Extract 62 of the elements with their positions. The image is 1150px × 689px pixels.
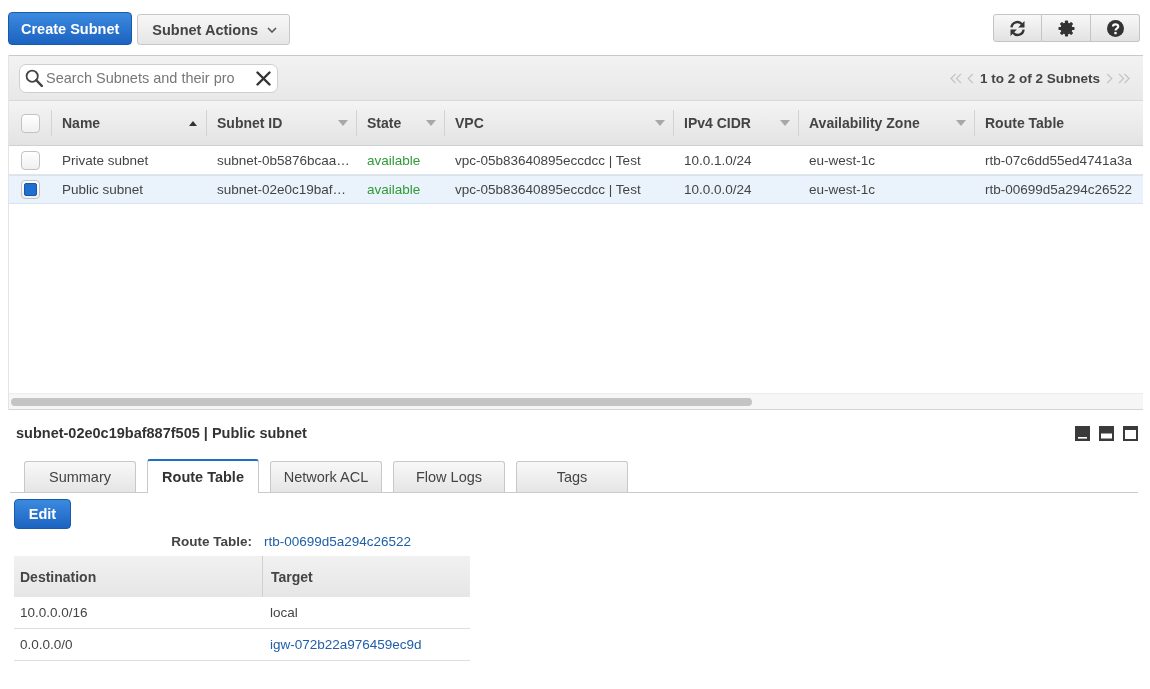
table-cell-text: subnet-02e0c19baf… [216,181,348,199]
tab[interactable]: Summary [24,461,136,492]
row-checkbox[interactable] [20,150,40,170]
column-header: Target [262,556,470,597]
table-cell-text: Public subnet [61,181,145,199]
table-cell-text: eu-west-1c [808,151,877,170]
tab[interactable]: Route Table [147,459,259,493]
tab[interactable]: Tags [516,461,628,492]
table-cell-text: Private subnet [61,151,150,170]
search-icon [25,69,43,87]
table-cell-text: available [366,151,422,170]
table-cell-text: 10.0.1.0/24 [683,151,753,170]
help-button[interactable] [1091,14,1140,42]
layout-bottom-icon[interactable] [1075,425,1090,441]
column-header[interactable]: Name [51,101,206,145]
route-table-link[interactable]: rtb-00699d5a294c26522 [264,533,412,549]
tab[interactable]: Network ACL [270,461,382,492]
table-cell-text: 10.0.0.0/24 [683,181,753,199]
clear-icon[interactable] [256,70,271,86]
help-icon [1106,19,1124,37]
refresh-button[interactable] [993,14,1042,42]
sort-caret-icon [426,120,436,126]
detail-title: subnet-02e0c19baf887f505 | Public subnet [16,425,307,441]
settings-button[interactable] [1042,14,1091,42]
settings-icon [1057,19,1075,37]
caret-icon [267,26,278,33]
scrollbar-thumb[interactable] [11,397,752,406]
edit-button[interactable]: Edit [14,499,71,529]
layout-top-icon[interactable] [1123,425,1138,441]
tab[interactable]: Flow Logs [393,461,505,492]
column-header: Destination [19,567,98,587]
search-field[interactable]: Search Subnets and their pro [19,63,278,93]
table-cell-text: available [366,181,422,199]
table-cell-text: subnet-0b5876bcaa… [216,151,351,170]
table-cell-text: rtb-00699d5a294c26522 [984,181,1134,199]
layout-middle-icon[interactable] [1099,425,1114,441]
route-table-label: Route Table: [170,533,252,549]
table-cell-text: vpc-05b83640895eccdcc | Test [454,181,642,199]
column-header[interactable]: Route Table [974,101,1143,145]
table-cell-text: rtb-07c6dd55ed4741a3a [984,151,1134,170]
table-cell-text: vpc-05b83640895eccdcc | Test [454,151,642,170]
table-cell-text: eu-west-1c [808,181,877,199]
column-header[interactable]: Subnet ID [206,101,356,145]
sort-caret-icon [956,120,966,126]
create-subnet-button[interactable]: Create Subnet [8,12,133,45]
column-header[interactable]: State [356,101,444,145]
column-header[interactable]: IPv4 CIDR [673,101,798,145]
pagination-label: 1 to 2 of 2 Subnets [979,70,1100,86]
sort-caret-icon [655,120,665,126]
row-checkbox[interactable] [20,180,40,199]
column-header[interactable]: Availability Zone [798,101,974,145]
sort-caret-icon [338,120,348,126]
refresh-icon [1009,19,1026,37]
select-all-checkbox[interactable] [20,113,40,133]
gateway-link[interactable]: igw-072b22a976459ec9d [270,637,422,652]
column-header[interactable]: VPC [444,101,673,145]
sort-caret-icon [780,120,790,126]
subnet-actions-button[interactable]: Subnet Actions [137,14,291,45]
sort-ascending-icon [188,120,198,126]
table-cell-text: 10.0.0.0/16 [19,604,89,622]
table-cell-text: local [269,604,299,622]
table-cell-text: 0.0.0.0/0 [19,636,74,654]
